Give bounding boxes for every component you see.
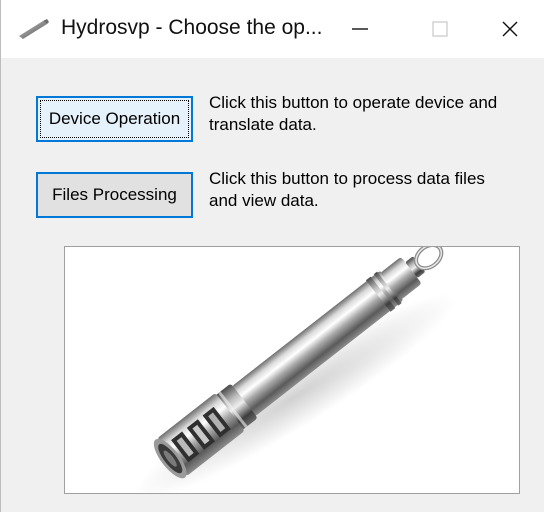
close-button[interactable]: [475, 0, 544, 58]
minimize-button[interactable]: [325, 0, 395, 58]
focus-rectangle: [40, 100, 189, 138]
title-bar[interactable]: Hydrosvp - Choose the op...: [1, 0, 544, 58]
maximize-button[interactable]: [405, 0, 475, 58]
app-window: Hydrosvp - Choose the op... Device Opera…: [0, 0, 544, 512]
sensor-probe-image: [133, 242, 457, 501]
device-operation-button[interactable]: Device Operation: [36, 96, 193, 142]
files-processing-label: Files Processing: [52, 185, 177, 204]
maximize-icon: [432, 21, 448, 37]
device-picture: [64, 242, 520, 501]
close-icon: [502, 21, 518, 37]
device-operation-description: Click this button to operate device and …: [209, 93, 498, 134]
files-processing-description: Click this button to process data files …: [209, 169, 485, 210]
window-title: Hydrosvp - Choose the op...: [61, 16, 323, 39]
minimize-icon: [352, 28, 368, 30]
files-processing-button[interactable]: Files Processing: [36, 172, 193, 218]
probe-pen-icon: [19, 19, 49, 39]
